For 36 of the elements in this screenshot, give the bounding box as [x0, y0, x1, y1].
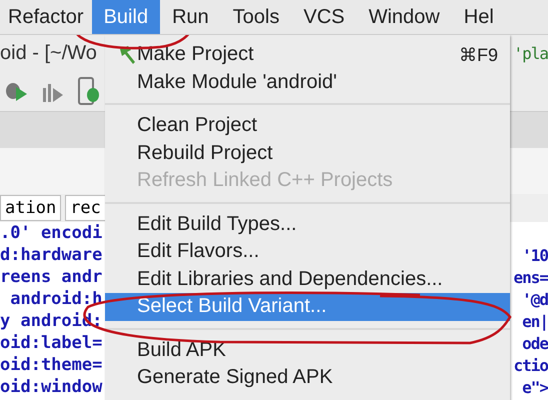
menu-title[interactable]: Refactor — [0, 0, 92, 34]
code-text: e"> — [522, 378, 548, 396]
code-text: en| — [522, 312, 548, 330]
shortcut-text: ⌘F9 — [458, 44, 498, 66]
menu-item[interactable]: Build APK — [105, 336, 510, 364]
menu-item[interactable]: Select Build Variant... — [105, 293, 510, 320]
menu-title[interactable]: Window — [356, 0, 452, 34]
code-text: ens= — [513, 268, 548, 286]
menu-item[interactable]: Generate Signed APK — [105, 364, 510, 392]
menu-title[interactable]: VCS — [291, 0, 357, 34]
menu-title[interactable]: Tools — [220, 0, 292, 34]
menu-item[interactable]: Clean Project — [105, 112, 510, 140]
menu-item[interactable]: Edit Libraries and Dependencies... — [105, 266, 510, 293]
menu-item[interactable]: Edit Flavors... — [105, 238, 510, 266]
menu-title[interactable]: Hel — [452, 0, 506, 34]
device-debug-icon[interactable] — [78, 77, 100, 105]
menu-title[interactable]: Run — [160, 0, 221, 34]
code-text: android:h — [9, 289, 102, 309]
menu-item[interactable]: Make Module 'android' — [105, 68, 510, 96]
menu-title[interactable]: Build — [92, 0, 160, 34]
menu-item[interactable]: Rebuild Project — [105, 140, 510, 167]
code-text: oid:window — [0, 377, 102, 397]
menu-item[interactable]: Edit Build Types... — [105, 210, 510, 238]
code-text: d:hardware — [0, 245, 102, 265]
window-title: oid - [~/Wo — [0, 42, 97, 64]
editor-tab[interactable]: ation — [0, 195, 62, 221]
code-text: .0' encodi — [0, 223, 102, 243]
code-text: oid:theme= — [0, 355, 102, 375]
code-text: 'pla — [513, 44, 548, 62]
code-text: '10 — [522, 246, 548, 264]
code-text: oid:label= — [0, 333, 102, 353]
code-text: reens andr — [0, 267, 102, 287]
code-text: '@d — [522, 290, 548, 308]
editor-tab[interactable]: rec — [65, 195, 106, 221]
code-text: ctio — [513, 356, 548, 374]
code-text: ode — [522, 334, 548, 352]
